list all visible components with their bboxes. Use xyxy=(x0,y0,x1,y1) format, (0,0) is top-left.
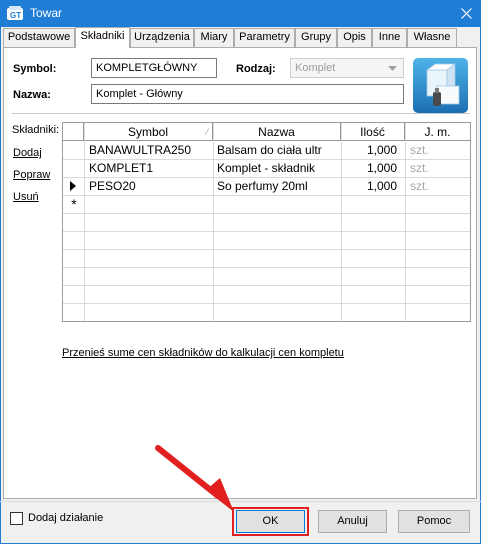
chevron-down-icon xyxy=(388,66,397,71)
cell-ilosc[interactable]: 1,000 xyxy=(343,141,397,159)
grid-line xyxy=(63,267,470,268)
footer-separator xyxy=(0,501,481,502)
tab-miary[interactable]: Miary xyxy=(194,28,234,47)
current-row-icon xyxy=(70,181,76,191)
add-link[interactable]: Dodaj xyxy=(13,147,42,159)
close-icon xyxy=(460,8,472,19)
grid-line xyxy=(63,285,470,286)
title-bar: GT Towar xyxy=(0,0,481,27)
add-action-checkbox[interactable] xyxy=(10,512,23,525)
column-header-symbol-label: Symbol xyxy=(127,125,168,139)
tab-urzadzenia[interactable]: Urządzenia xyxy=(130,28,194,47)
tab-grupy[interactable]: Grupy xyxy=(295,28,337,47)
cell-symbol[interactable]: PESO20 xyxy=(89,177,211,195)
column-header-ilosc[interactable]: Ilość xyxy=(341,123,405,141)
cell-symbol[interactable]: BANAWULTRA250 xyxy=(89,141,211,159)
components-grid[interactable]: Symbol ⁄ Nazwa Ilość J. m. BANAWULTRA250… xyxy=(62,122,471,322)
new-row-icon: * xyxy=(71,197,77,212)
nazwa-label: Nazwa: xyxy=(13,89,51,101)
nazwa-input[interactable]: Komplet - Główny xyxy=(91,84,404,104)
grid-header: Symbol ⁄ Nazwa Ilość J. m. xyxy=(63,123,470,141)
add-action-label: Dodaj działanie xyxy=(28,512,104,524)
symbol-label: Symbol: xyxy=(13,63,57,75)
grid-line xyxy=(63,231,470,232)
cell-nazwa[interactable]: Balsam do ciała ultr xyxy=(217,141,339,159)
row-indicator-header xyxy=(63,123,84,141)
cell-jm[interactable]: szt. xyxy=(406,177,466,195)
help-button[interactable]: Pomoc xyxy=(398,510,470,533)
column-header-nazwa[interactable]: Nazwa xyxy=(213,123,341,141)
grid-line xyxy=(213,123,214,321)
cell-jm[interactable]: szt. xyxy=(406,159,466,177)
cell-jm[interactable]: szt. xyxy=(406,141,466,159)
grid-line xyxy=(63,195,470,196)
cell-symbol[interactable]: KOMPLET1 xyxy=(89,159,211,177)
tab-skladniki[interactable]: Składniki xyxy=(75,27,130,48)
tab-panel: Symbol: KOMPLETGŁÓWNY Rodzaj: Komplet Na… xyxy=(3,47,477,499)
app-icon: GT xyxy=(7,6,23,20)
ok-button[interactable]: OK xyxy=(236,510,305,533)
tab-podstawowe[interactable]: Podstawowe xyxy=(3,28,75,47)
symbol-input[interactable]: KOMPLETGŁÓWNY xyxy=(91,58,217,78)
svg-text:GT: GT xyxy=(10,11,21,20)
rodzaj-label: Rodzaj: xyxy=(236,63,276,75)
rodzaj-select[interactable]: Komplet xyxy=(290,58,404,78)
cancel-button[interactable]: Anuluj xyxy=(318,510,387,533)
cell-ilosc[interactable]: 1,000 xyxy=(343,159,397,177)
grid-line xyxy=(341,123,342,321)
edit-link[interactable]: Popraw xyxy=(13,169,50,181)
column-header-jm[interactable]: J. m. xyxy=(405,123,470,141)
column-header-symbol[interactable]: Symbol ⁄ xyxy=(84,123,213,141)
cell-nazwa[interactable]: Komplet - składnik xyxy=(217,159,339,177)
cell-nazwa[interactable]: So perfumy 20ml xyxy=(217,177,339,195)
cell-ilosc[interactable]: 1,000 xyxy=(343,177,397,195)
tab-parametry[interactable]: Parametry xyxy=(234,28,295,47)
close-button[interactable] xyxy=(451,0,481,27)
tab-wlasne[interactable]: Własne xyxy=(407,28,457,47)
rodzaj-value: Komplet xyxy=(295,62,336,74)
components-heading: Składniki: xyxy=(12,124,60,136)
window-title: Towar xyxy=(30,6,63,20)
tab-inne[interactable]: Inne xyxy=(372,28,407,47)
sort-icon: ⁄ xyxy=(206,127,208,137)
separator xyxy=(12,113,470,114)
delete-link[interactable]: Usuń xyxy=(13,191,39,203)
grid-line xyxy=(84,123,85,321)
product-image xyxy=(413,58,468,113)
tab-opis[interactable]: Opis xyxy=(337,28,372,47)
grid-line xyxy=(63,303,470,304)
grid-line xyxy=(63,249,470,250)
product-package-icon xyxy=(425,63,460,106)
transfer-price-link[interactable]: Przenieś sume cen składników do kalkulac… xyxy=(62,347,344,359)
grid-line xyxy=(63,213,470,214)
